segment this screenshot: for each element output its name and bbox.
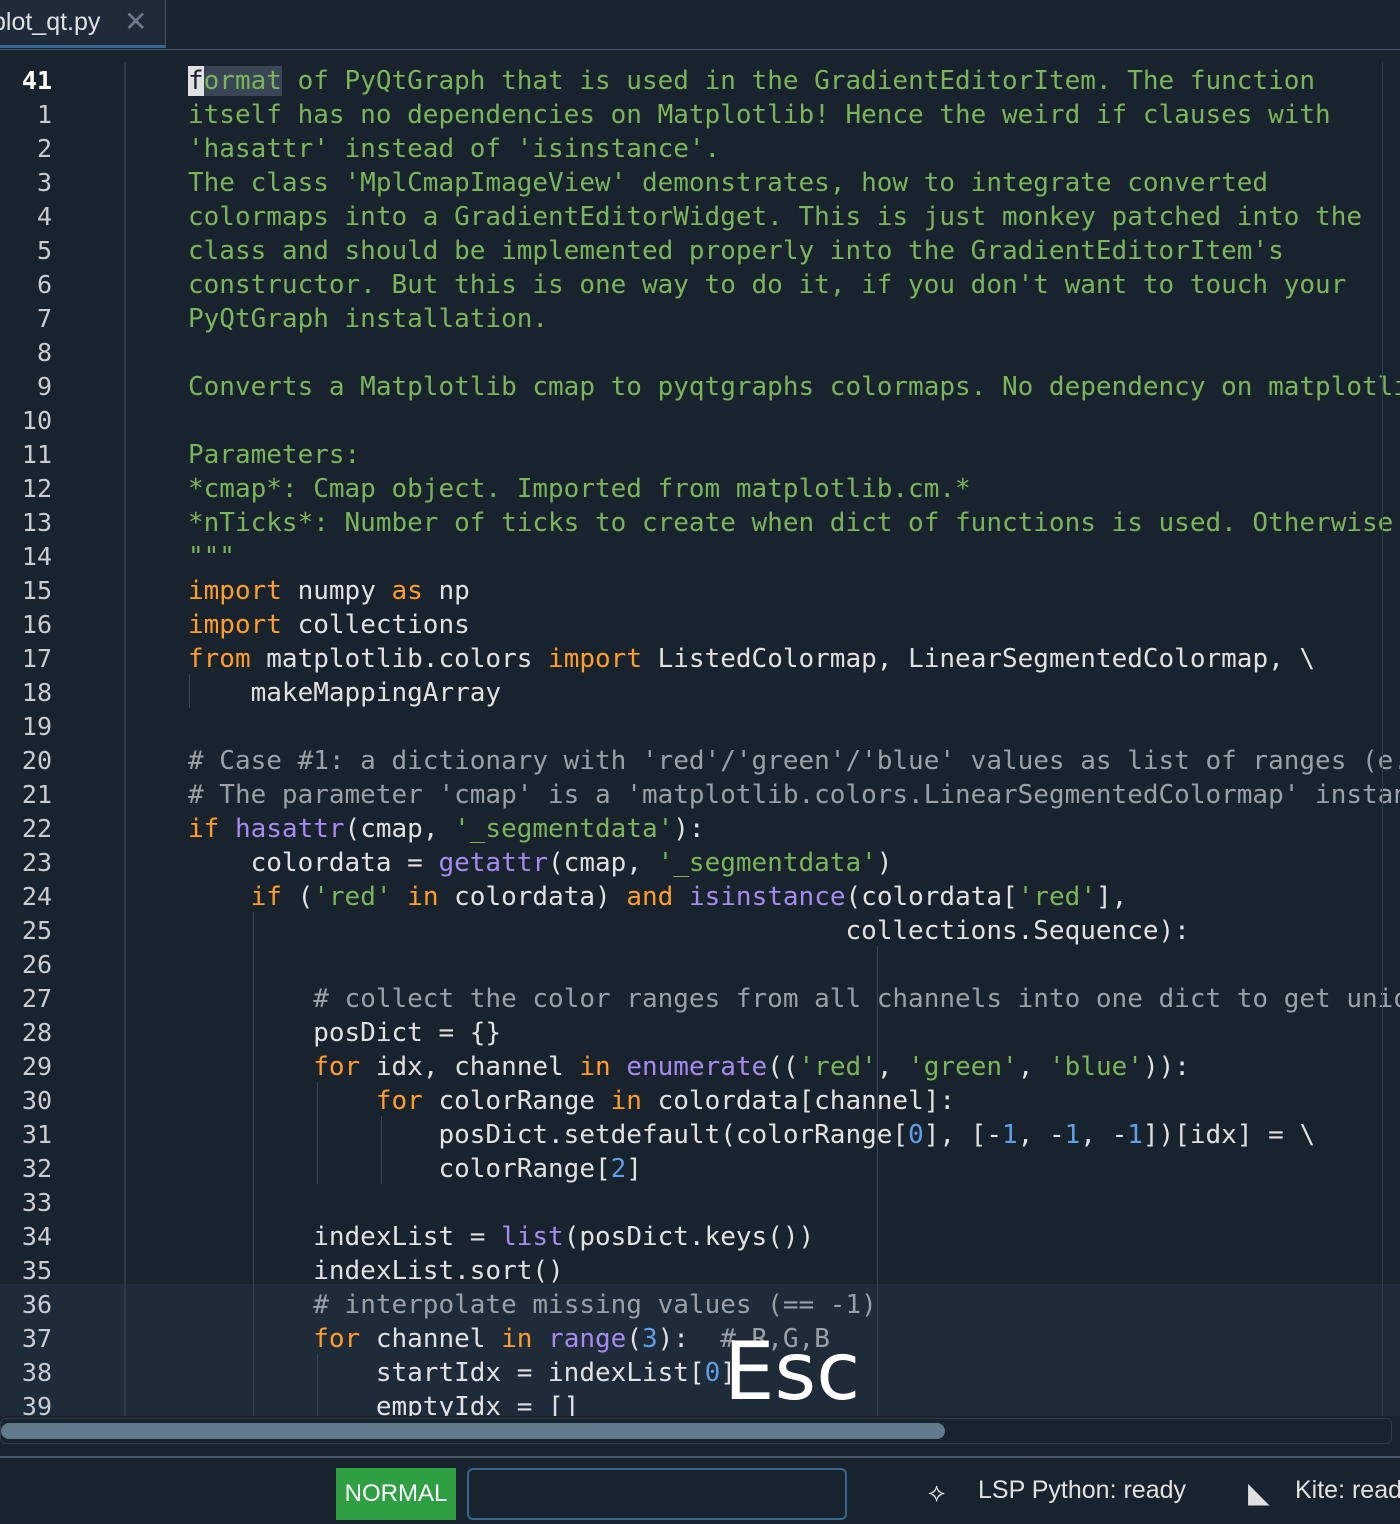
line-number: 13 [21, 508, 52, 537]
vim-command-input[interactable] [467, 1468, 847, 1520]
line-number: 10 [21, 406, 52, 435]
line-number: 34 [21, 1222, 52, 1251]
line-number: 22 [21, 814, 52, 843]
line-number: 41 [21, 66, 52, 95]
line-number: 11 [21, 440, 52, 469]
line-number: 16 [21, 610, 52, 639]
code-line: collections.Sequence): [188, 916, 1190, 946]
indent-guide [877, 946, 878, 1416]
code-line: constructor. But this is one way to do i… [188, 270, 1347, 300]
code-line: """ [188, 542, 235, 572]
line-number: 38 [21, 1358, 52, 1387]
kite-icon: ◣ [1248, 1476, 1270, 1509]
lsp-icon: ⟡ [928, 1478, 946, 1508]
line-number: 33 [21, 1188, 52, 1217]
line-number: 6 [36, 270, 52, 299]
line-number: 18 [21, 678, 52, 707]
edge-line [1382, 62, 1383, 1416]
code-line: if hasattr(cmap, '_segmentdata'): [188, 814, 705, 844]
code-line: posDict.setdefault(colorRange[0], [-1, -… [188, 1120, 1316, 1150]
line-number: 9 [36, 372, 52, 401]
code-line: colormaps into a GradientEditorWidget. T… [188, 202, 1362, 232]
line-number: 20 [21, 746, 52, 775]
line-number: 37 [21, 1324, 52, 1353]
keystroke-overlay: Esc [724, 1325, 861, 1418]
code-line: import numpy as np [188, 576, 470, 606]
code-line: format of PyQtGraph that is used in the … [188, 66, 1316, 96]
line-number: 23 [21, 848, 52, 877]
line-number: 25 [21, 916, 52, 945]
line-number: 36 [21, 1290, 52, 1319]
line-number: 28 [21, 1018, 52, 1047]
code-line: PyQtGraph installation. [188, 304, 549, 334]
code-line: emptyIdx = [] [188, 1392, 580, 1416]
code-line: indexList = list(posDict.keys()) [188, 1222, 815, 1252]
code-line: makeMappingArray [188, 678, 502, 708]
code-line: Parameters: [188, 440, 361, 470]
lsp-status[interactable]: LSP Python: ready [978, 1476, 1186, 1505]
code-area[interactable]: format of PyQtGraph that is used in the … [126, 62, 1400, 1416]
code-line: if ('red' in colordata) and isinstance(c… [250, 882, 1128, 912]
code-line: *cmap*: Cmap object. Imported from matpl… [188, 474, 971, 504]
code-line: from matplotlib.colors import ListedColo… [188, 644, 1316, 674]
line-number: 14 [21, 542, 52, 571]
horizontal-scrollbar[interactable] [0, 1418, 1392, 1444]
code-line: # Case #1: a dictionary with 'red'/'gree… [188, 746, 1400, 776]
code-line: colorRange[2] [188, 1154, 642, 1184]
status-bar: NORMAL ⟡ LSP Python: ready ◣ Kite: ready [0, 1456, 1400, 1524]
code-editor[interactable]: 41 1 2 3 4 5 6 7 8 9 10 11 12 13 14 15 16 17 18 19 20 21 22 23 2… [0, 62, 1400, 1416]
code-line: # interpolate missing values (== -1) [313, 1290, 877, 1320]
code-line: The class 'MplCmapImageView' demonstrate… [188, 168, 1269, 198]
code-line: for colorRange in colordata[channel]: [375, 1086, 956, 1116]
code-line: itself has no dependencies on Matplotlib… [188, 100, 1331, 130]
code-line: class and should be implemented properly… [188, 236, 1284, 266]
close-icon[interactable]: ✕ [124, 7, 147, 37]
line-number: 4 [36, 202, 52, 231]
code-line: for idx, channel in enumerate(('red', 'g… [313, 1052, 1190, 1082]
line-number: 21 [21, 780, 52, 809]
line-number: 15 [21, 576, 52, 605]
line-number: 29 [21, 1052, 52, 1081]
code-line: startIdx = indexList[0] [188, 1358, 736, 1388]
code-line: posDict = {} [188, 1018, 502, 1048]
line-number: 35 [21, 1256, 52, 1285]
code-line: *nTicks*: Number of ticks to create when… [188, 508, 1400, 538]
line-number: 24 [21, 882, 52, 911]
line-number: 26 [21, 950, 52, 979]
line-number: 2 [36, 134, 52, 163]
line-number: 27 [21, 984, 52, 1013]
code-line: import collections [188, 610, 470, 640]
line-number: 30 [21, 1086, 52, 1115]
line-number: 7 [36, 304, 52, 333]
line-number: 12 [21, 474, 52, 503]
line-number: 31 [21, 1120, 52, 1149]
line-number-gutter: 41 1 2 3 4 5 6 7 8 9 10 11 12 13 14 15 16 17 18 19 20 21 22 23 2… [0, 62, 120, 1416]
line-number: 1 [36, 100, 52, 129]
line-number: 32 [21, 1154, 52, 1183]
line-number: 39 [21, 1392, 52, 1416]
scrollbar-thumb[interactable] [1, 1423, 945, 1439]
tab-bar: plot_qt.py ✕ [0, 0, 1400, 50]
line-number: 17 [21, 644, 52, 673]
tab-plot-qt[interactable]: plot_qt.py ✕ [0, 0, 166, 48]
line-number: 19 [21, 712, 52, 741]
code-line: indexList.sort() [188, 1256, 564, 1286]
code-line: Converts a Matplotlib cmap to pyqtgraphs… [188, 372, 1400, 402]
code-line: colordata = getattr(cmap, '_segmentdata'… [188, 848, 893, 878]
tab-label[interactable]: plot_qt.py [0, 8, 100, 37]
code-line: 'hasattr' instead of 'isinstance'. [188, 134, 721, 164]
code-line: # The parameter 'cmap' is a 'matplotlib.… [188, 780, 1400, 810]
vim-mode-badge: NORMAL [336, 1468, 456, 1520]
line-number: 5 [36, 236, 52, 265]
code-line: # collect the color ranges from all chan… [313, 984, 1400, 1014]
kite-status[interactable]: Kite: ready [1295, 1476, 1400, 1505]
line-number: 3 [36, 168, 52, 197]
line-number: 8 [36, 338, 52, 367]
